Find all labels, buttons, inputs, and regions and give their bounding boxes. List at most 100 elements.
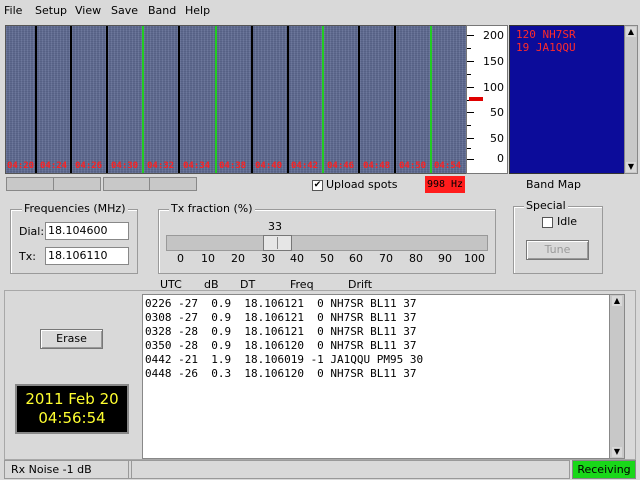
waterfall-time-label: 04:26 — [75, 161, 103, 171]
band-map-entry[interactable]: 19 JA1QQU — [516, 41, 576, 54]
rx-frequency-marker[interactable] — [469, 97, 483, 101]
band-map-list[interactable]: 120 NH7SR 19 JA1QQU — [509, 25, 626, 174]
scroll-up-icon[interactable]: ▲ — [612, 296, 622, 306]
scale-label: 0 — [497, 152, 504, 165]
decode-row[interactable]: 0350 -28 0.9 18.106120 0 NH7SR BL11 37 — [145, 339, 417, 352]
dial-label: Dial: — [19, 225, 45, 238]
waterfall-time-label: 04:34 — [183, 161, 211, 171]
menu-band[interactable]: Band — [148, 4, 176, 17]
band-map-entry[interactable]: 120 NH7SR — [516, 28, 576, 41]
waterfall-time-label: 04:54 — [434, 161, 462, 171]
waterfall-time-label: 04:40 — [255, 161, 283, 171]
receiving-status: Receiving — [572, 460, 636, 479]
decode-row[interactable]: 0448 -26 0.3 18.106120 0 NH7SR BL11 37 — [145, 367, 417, 380]
decode-row[interactable]: 0442 -21 1.9 18.106019 -1 JA1QQU PM95 30 — [145, 353, 423, 366]
decode-row[interactable]: 0226 -27 0.9 18.106121 0 NH7SR BL11 37 — [145, 297, 417, 310]
tx-frequency-field[interactable]: 18.106110 — [45, 247, 129, 265]
frequencies-title: Frequencies (MHz) — [22, 202, 128, 215]
dial-frequency-field[interactable]: 18.104600 — [45, 222, 129, 240]
waterfall-time-label: 04:50 — [399, 161, 427, 171]
scale-tick — [467, 159, 474, 160]
decode-row[interactable]: 0328 -28 0.9 18.106121 0 NH7SR BL11 37 — [145, 325, 417, 338]
slider-tick-label: 0 — [177, 252, 184, 265]
waterfall-noise — [6, 26, 466, 173]
slider-tick-label: 40 — [290, 252, 304, 265]
clock-date: 2011 Feb 20 — [25, 390, 119, 408]
menu-help[interactable]: Help — [185, 4, 210, 17]
waterfall-time-label: 04:30 — [111, 161, 139, 171]
utc-clock: 2011 Feb 20 04:56:54 — [15, 384, 129, 434]
waterfall-highlight — [322, 26, 324, 173]
scale-label: 100 — [483, 81, 504, 94]
waterfall-separator — [287, 26, 289, 173]
decoded-messages-list[interactable]: 0226 -27 0.9 18.106121 0 NH7SR BL11 37 0… — [142, 294, 611, 459]
checkbox-icon[interactable] — [542, 216, 553, 228]
clock-time: 04:56:54 — [38, 409, 106, 427]
waterfall-control-segment[interactable] — [103, 177, 151, 191]
menu-bar: File Setup View Save Band Help — [0, 0, 640, 22]
waterfall-time-label: 04:42 — [291, 161, 319, 171]
waterfall-time-label: 04:24 — [40, 161, 68, 171]
scale-tick — [467, 148, 471, 149]
erase-button[interactable]: Erase — [40, 329, 103, 349]
waterfall-time-label: 04:48 — [363, 161, 391, 171]
waterfall-separator — [70, 26, 72, 173]
rx-offset-display: 998 Hz — [425, 176, 465, 193]
slider-tick-label: 90 — [438, 252, 452, 265]
scale-label: 50 — [490, 106, 504, 119]
tx-fraction-slider-handle[interactable] — [263, 235, 292, 251]
tx-fraction-slider[interactable] — [166, 235, 488, 251]
waterfall-control-segment[interactable] — [53, 177, 101, 191]
waterfall-time-label: 04:46 — [327, 161, 355, 171]
slider-tick-label: 70 — [379, 252, 393, 265]
band-map-scrollbar[interactable]: ▲ ▼ — [624, 25, 638, 174]
scale-tick — [467, 138, 474, 139]
waterfall-highlight — [215, 26, 217, 173]
idle-label: Idle — [557, 215, 578, 228]
rx-noise-status: Rx Noise -1 dB — [4, 460, 132, 479]
menu-save[interactable]: Save — [111, 4, 138, 17]
tune-button[interactable]: Tune — [526, 240, 589, 260]
scale-tick — [467, 125, 471, 126]
waterfall-control-segment[interactable] — [149, 177, 197, 191]
status-middle — [128, 460, 570, 479]
decode-row[interactable]: 0308 -27 0.9 18.106121 0 NH7SR BL11 37 — [145, 311, 417, 324]
decodes-scrollbar[interactable]: ▲ ▼ — [609, 294, 625, 459]
special-title: Special — [524, 199, 568, 212]
tx-fraction-value: 33 — [268, 220, 282, 233]
scroll-down-icon[interactable]: ▼ — [626, 162, 636, 172]
tx-label: Tx: — [19, 250, 36, 263]
scale-tick — [467, 48, 471, 49]
checkmark-icon[interactable]: ✔ — [312, 179, 323, 191]
upload-spots-checkbox[interactable]: ✔ Upload spots — [312, 178, 398, 191]
waterfall-separator — [394, 26, 396, 173]
slider-tick-label: 10 — [201, 252, 215, 265]
scale-tick — [467, 35, 474, 36]
scale-tick — [467, 61, 474, 62]
waterfall-highlight — [430, 26, 432, 173]
waterfall-display[interactable]: 04:20 04:24 04:26 04:30 04:32 04:34 04:3… — [5, 25, 467, 174]
waterfall-separator — [251, 26, 253, 173]
slider-tick-label: 20 — [231, 252, 245, 265]
scale-tick — [467, 87, 474, 88]
frequency-scale: 200 150 100 50 50 0 — [466, 25, 508, 174]
scroll-down-icon[interactable]: ▼ — [612, 447, 622, 457]
upload-spots-label: Upload spots — [326, 178, 398, 191]
slider-tick-label: 60 — [349, 252, 363, 265]
scale-label: 150 — [483, 55, 504, 68]
slider-tick-label: 80 — [409, 252, 423, 265]
menu-setup[interactable]: Setup — [35, 4, 67, 17]
scroll-up-icon[interactable]: ▲ — [626, 27, 636, 37]
menu-view[interactable]: View — [75, 4, 101, 17]
band-map-label: Band Map — [526, 178, 581, 191]
scale-label: 200 — [483, 29, 504, 42]
menu-file[interactable]: File — [4, 4, 22, 17]
waterfall-separator — [358, 26, 360, 173]
waterfall-time-label: 04:20 — [7, 161, 35, 171]
idle-checkbox[interactable]: Idle — [542, 215, 577, 228]
scale-tick — [467, 74, 471, 75]
waterfall-time-label: 04:38 — [219, 161, 247, 171]
waterfall-control-segment[interactable] — [6, 177, 54, 191]
slider-tick-label: 30 — [261, 252, 275, 265]
waterfall-separator — [106, 26, 108, 173]
